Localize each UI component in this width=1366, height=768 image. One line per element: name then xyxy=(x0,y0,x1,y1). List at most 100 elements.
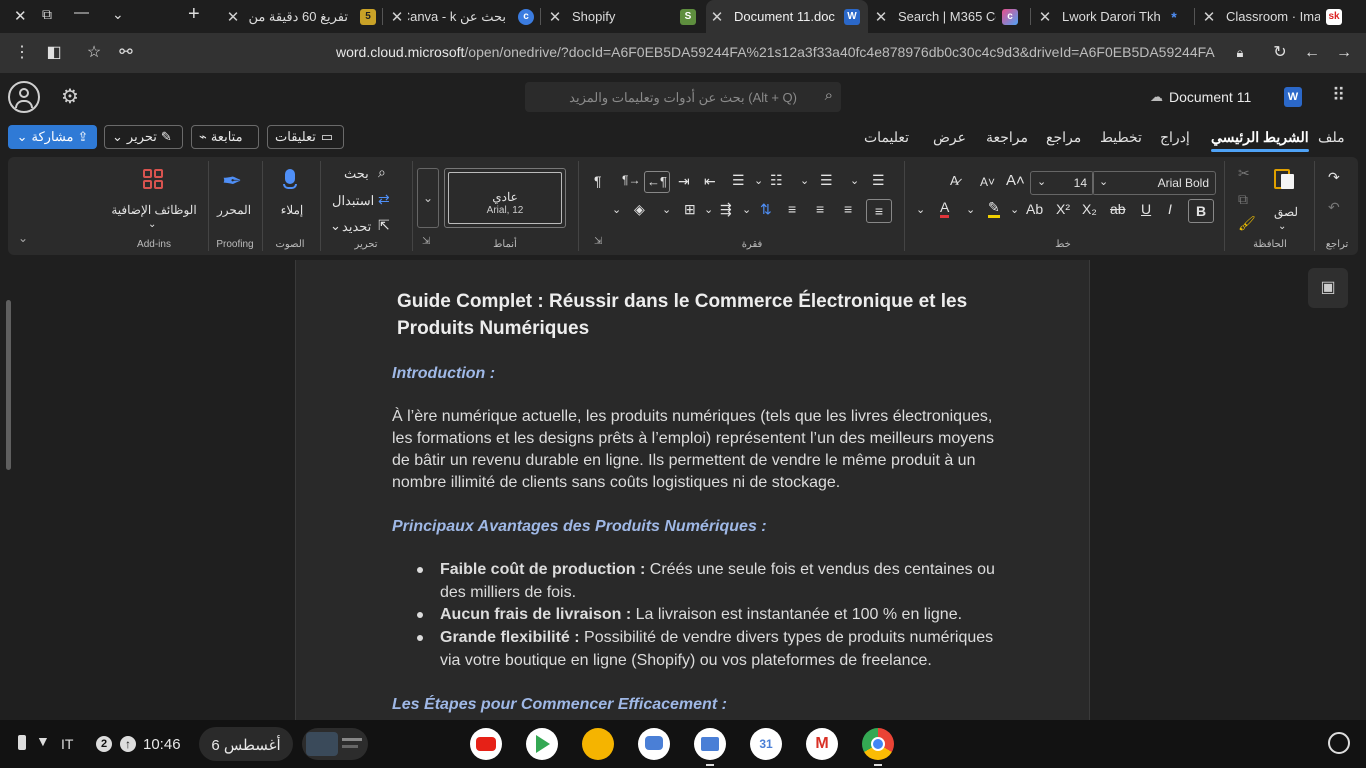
bold-button[interactable]: B xyxy=(1188,199,1214,223)
tab-3[interactable]: ✕ Shopify S xyxy=(544,0,704,33)
battery-icon[interactable] xyxy=(18,735,26,750)
tab-1[interactable]: ✕ تفريغ 60 دقيقة من 5 xyxy=(222,0,380,33)
tab-5[interactable]: ✕ Search | M365 Co c xyxy=(870,0,1028,33)
close-tab-icon[interactable]: ✕ xyxy=(544,8,566,26)
close-tab-icon[interactable]: ✕ xyxy=(1034,8,1056,26)
find-icon[interactable]: ⌕ xyxy=(378,164,386,181)
launcher-icon[interactable] xyxy=(1328,732,1350,754)
decrease-indent-icon[interactable]: ⇤ xyxy=(704,173,716,190)
font-name-select[interactable]: ⌄ Arial Bold xyxy=(1092,171,1216,195)
document-page[interactable]: Guide Complet : Réussir dans le Commerce… xyxy=(295,260,1090,720)
tab-home[interactable]: الشريط الرئيسي xyxy=(1211,129,1309,152)
chevron-down-icon[interactable]: ⌄ xyxy=(754,174,763,187)
chrome-app-icon[interactable] xyxy=(862,728,894,760)
replace-label[interactable]: استبدال xyxy=(332,193,374,209)
paste-label[interactable]: لصق xyxy=(1268,205,1304,219)
editor-pen-icon[interactable]: ✒ xyxy=(222,167,242,196)
copy-icon[interactable]: ⧉ xyxy=(1238,191,1248,208)
tab-6[interactable]: ✕ Lwork Darori Tkhi * xyxy=(1034,0,1192,33)
tab-file[interactable]: ملف xyxy=(1318,129,1345,146)
styles-dialog-launcher-icon[interactable]: ⇲ xyxy=(422,236,430,247)
highlight-icon[interactable]: ✎ xyxy=(988,199,1000,218)
sort-icon[interactable]: ⇅ xyxy=(760,201,772,218)
new-tab-icon[interactable]: + xyxy=(188,3,200,26)
redo-icon[interactable]: ↷ xyxy=(1328,169,1340,186)
document-title[interactable]: Guide Complet : Réussir dans le Commerce… xyxy=(397,288,997,342)
vertical-scrollbar[interactable] xyxy=(6,300,11,470)
tab-2[interactable]: ✕ بحث عن Canva - k c xyxy=(386,0,538,33)
more-menu-icon[interactable]: ⋮ xyxy=(10,41,34,65)
multilevel-list-icon[interactable]: ☰ xyxy=(732,172,745,189)
tab-insert[interactable]: إدراج xyxy=(1160,129,1190,146)
notification-count-badge[interactable]: 2 xyxy=(96,736,112,752)
bullet-item[interactable]: Faible coût de production : Créés une se… xyxy=(440,559,995,581)
account-avatar-icon[interactable] xyxy=(8,81,40,113)
dnd-icon[interactable]: ↑ xyxy=(120,736,136,752)
intro-line[interactable]: les formations et les designs prêts à l’… xyxy=(392,428,994,450)
bullet-continuation[interactable]: via votre boutique en ligne (Shopify) ou… xyxy=(440,650,932,672)
site-info-icon[interactable]: ⚯ xyxy=(114,41,138,65)
chevron-down-icon[interactable]: ⌄ xyxy=(742,203,751,216)
close-tab-icon[interactable]: ✕ xyxy=(706,8,728,26)
settings-gear-icon[interactable]: ⚙ xyxy=(61,84,79,109)
chevron-down-icon[interactable]: ⌄ xyxy=(850,174,859,187)
share-button[interactable]: ⌄ مشاركة ⇪ xyxy=(8,125,97,149)
search-box[interactable]: بحث عن أدوات وتعليمات والمزيد (Alt + Q) … xyxy=(525,82,841,112)
styles-expand-button[interactable]: ⌄ xyxy=(417,168,439,228)
media-thumbnail[interactable] xyxy=(302,728,368,760)
intro-line[interactable]: de bâtir un revenu durable en ligne. Ils… xyxy=(392,450,975,472)
date-pill[interactable]: 6 أغسطس xyxy=(199,727,293,761)
gmail-app-icon[interactable]: M xyxy=(806,728,838,760)
shading-bucket-icon[interactable]: ◈ xyxy=(634,201,645,218)
grow-font-icon[interactable]: A˄ xyxy=(1006,172,1025,189)
chevron-down-icon[interactable]: ⌄ xyxy=(966,203,975,216)
url-field[interactable]: word.cloud.microsoft/open/onedrive/?docI… xyxy=(336,44,1215,60)
editing-mode-button[interactable]: ⌄ تحرير ✎ xyxy=(104,125,183,149)
paste-clipboard-icon[interactable] xyxy=(1274,167,1296,191)
replace-icon[interactable]: ⇄ xyxy=(378,191,390,208)
ribbon-collapse-icon[interactable]: ⌄ xyxy=(18,231,28,245)
style-normal-tile[interactable]: عادي Arial, 12 xyxy=(444,168,566,228)
files-app-icon[interactable] xyxy=(694,728,726,760)
comments-button[interactable]: تعليقات ▭ xyxy=(267,125,344,149)
calendar-app-icon[interactable]: 31 xyxy=(750,728,782,760)
text-direction-icon[interactable]: ⇶ xyxy=(720,201,732,218)
doc-title[interactable]: ☁ Document 11 xyxy=(1150,89,1251,105)
text-effects-icon[interactable]: Ab xyxy=(1026,201,1043,217)
justify-icon[interactable]: ≡ xyxy=(788,201,796,217)
chevron-down-icon[interactable]: ⌄ xyxy=(612,203,621,216)
find-label[interactable]: بحث xyxy=(344,166,369,182)
tab-search-chevron-icon[interactable]: ⌄ xyxy=(112,6,124,23)
increase-indent-icon[interactable]: ⇥ xyxy=(678,173,690,190)
line-spacing-icon[interactable]: ☰ xyxy=(872,172,885,189)
close-tab-icon[interactable]: ✕ xyxy=(1198,8,1220,26)
side-panel-icon[interactable]: ◧ xyxy=(42,41,66,65)
show-marks-icon[interactable]: ¶ xyxy=(594,173,602,189)
heading-introduction[interactable]: Introduction : xyxy=(392,365,495,383)
tab-review[interactable]: مراجعة xyxy=(986,129,1028,146)
restore-window-icon[interactable]: ⧉ xyxy=(42,6,52,23)
select-label[interactable]: تحديد xyxy=(342,219,371,235)
tab-7[interactable]: ✕ Classroom · Imad sk xyxy=(1198,0,1348,33)
heading-steps[interactable]: Les Étapes pour Commencer Efficacement : xyxy=(392,696,727,714)
chevron-down-icon[interactable]: ⌄ xyxy=(800,174,809,187)
dictate-label[interactable]: إملاء xyxy=(272,203,312,217)
bullet-list-icon[interactable]: ☰ xyxy=(820,172,833,189)
chevron-down-icon[interactable]: ⌄ xyxy=(662,203,671,216)
catchup-button[interactable]: ⌁ متابعة xyxy=(191,125,259,149)
forward-icon[interactable]: → xyxy=(1332,41,1356,65)
ltr-icon[interactable]: ¶→ xyxy=(622,173,640,187)
play-store-app-icon[interactable] xyxy=(526,728,558,760)
tab-4-active[interactable]: ✕ Document 11.doc W xyxy=(706,0,868,33)
chevron-down-icon[interactable]: ⌄ xyxy=(1010,203,1019,216)
tab-layout[interactable]: تخطيط xyxy=(1100,129,1142,146)
app-launcher-icon[interactable]: ⠿ xyxy=(1332,85,1345,106)
clear-formatting-icon[interactable]: A̷ xyxy=(950,173,959,188)
chevron-down-icon[interactable]: ⌄ xyxy=(1278,221,1286,232)
back-icon[interactable]: ← xyxy=(1300,41,1324,65)
subscript-icon[interactable]: X₂ xyxy=(1082,201,1097,217)
addins-label[interactable]: الوظائف الإضافية xyxy=(108,203,200,217)
font-color-icon[interactable]: A xyxy=(940,199,950,218)
strikethrough-icon[interactable]: ab xyxy=(1110,201,1126,217)
pane-toggle-button[interactable]: ▣ xyxy=(1308,268,1348,308)
